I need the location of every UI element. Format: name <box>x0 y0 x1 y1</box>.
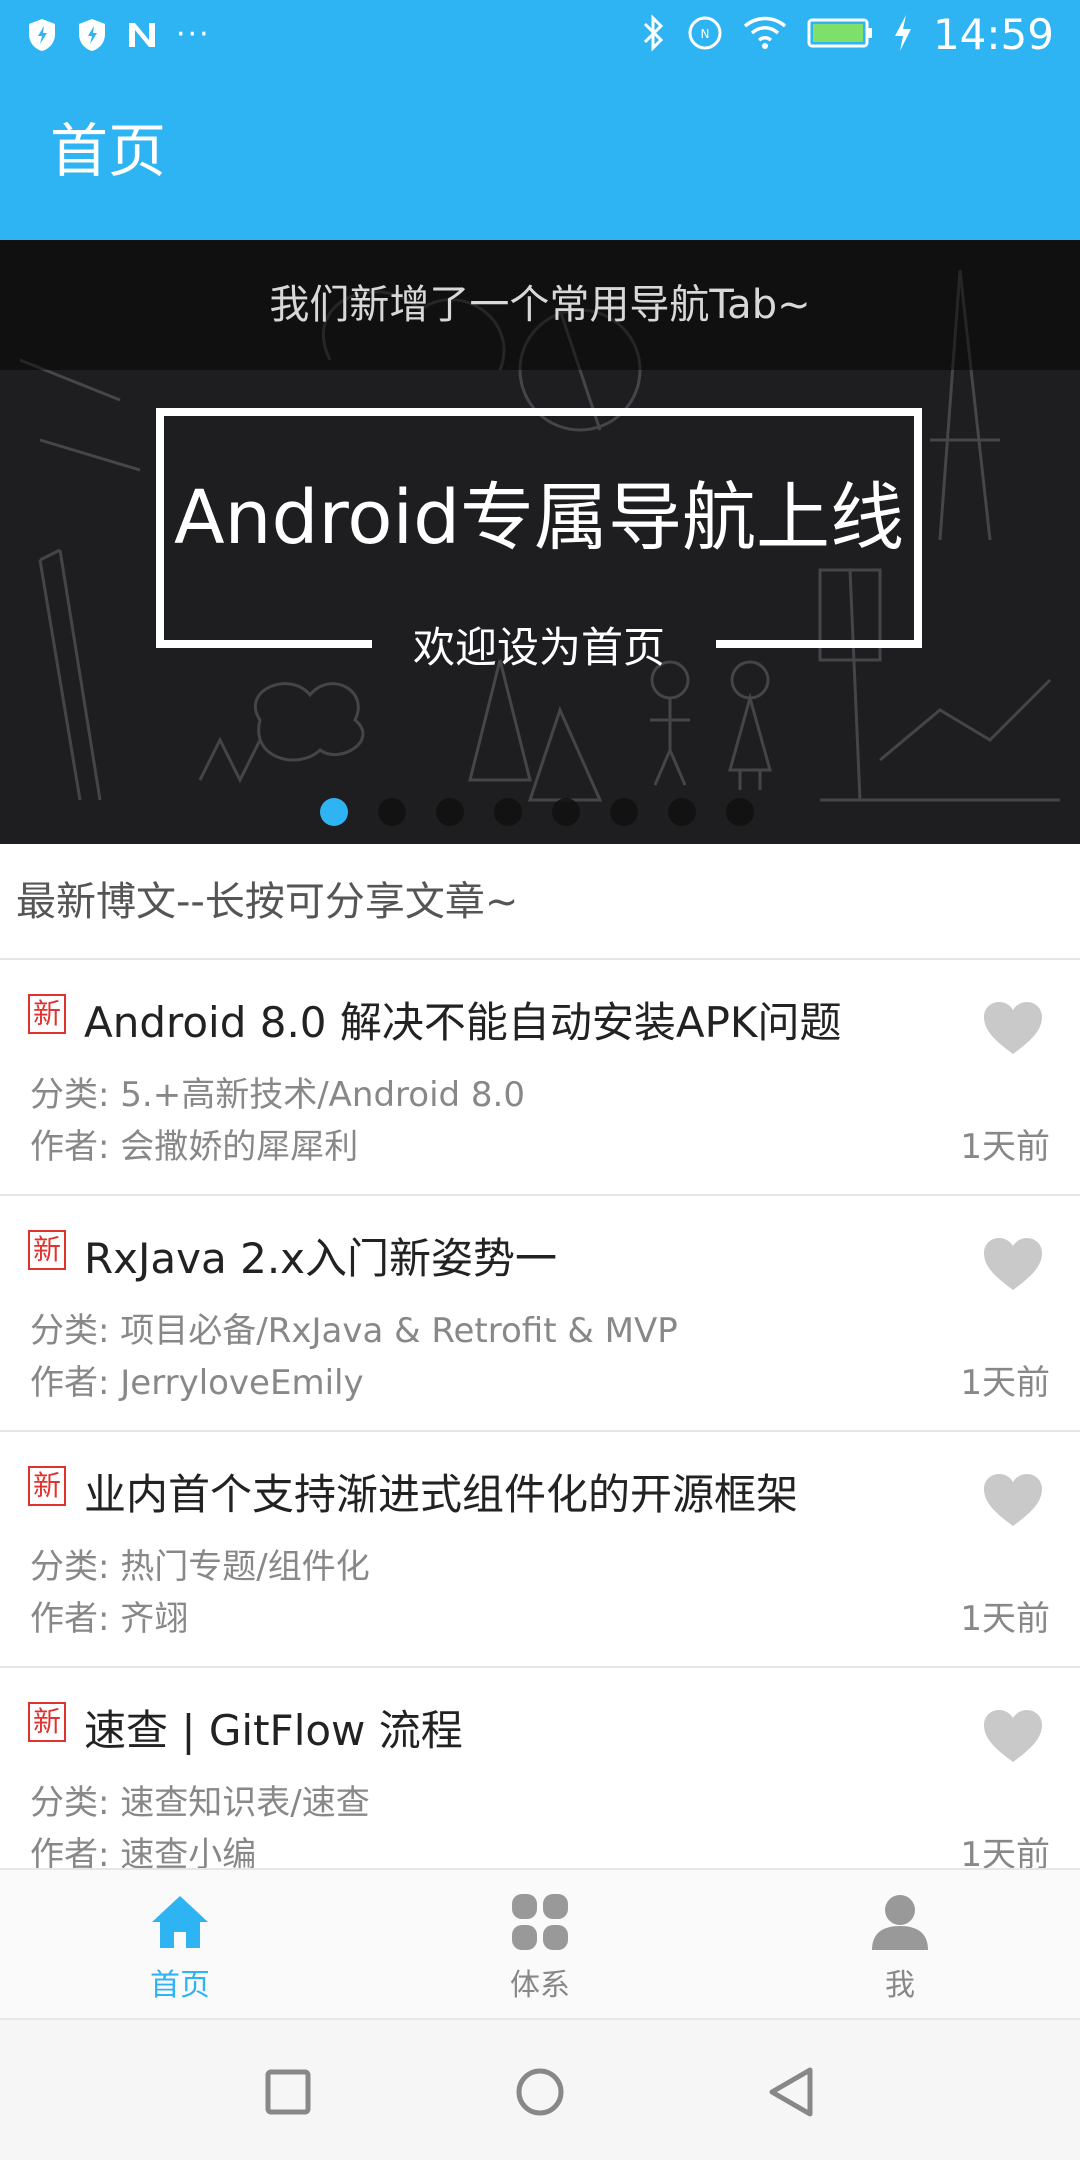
heart-icon[interactable] <box>982 1000 1044 1056</box>
shield-icon <box>76 16 108 54</box>
tab-label: 首页 <box>150 1968 210 2003</box>
back-button[interactable] <box>762 2062 822 2122</box>
article-author: 作者: JerryloveEmily <box>30 1363 364 1403</box>
wifi-icon <box>743 16 787 54</box>
clock: 14:59 <box>932 10 1054 59</box>
charging-icon <box>893 14 913 56</box>
person-icon <box>872 1895 928 1950</box>
heart-icon[interactable] <box>982 1472 1044 1528</box>
system-nav-bar <box>0 2018 1080 2160</box>
article-title: RxJava 2.x入门新姿势一 <box>84 1234 558 1283</box>
article-title: Android 8.0 解决不能自动安装APK问题 <box>84 998 842 1047</box>
tab-me[interactable]: 我 <box>800 1870 1000 2020</box>
nfc-n-icon <box>126 16 158 54</box>
article-category: 分类: 5.+高新技术/Android 8.0 <box>30 1075 525 1115</box>
banner-headline: Android专属导航上线 <box>173 475 905 561</box>
bottom-tab-bar: 首页 体系 我 <box>0 1868 1080 2018</box>
new-badge: 新 <box>28 1702 66 1742</box>
heart-icon[interactable] <box>982 1708 1044 1764</box>
grid-icon <box>512 1894 568 1950</box>
banner-caption: 我们新增了一个常用导航Tab~ <box>0 240 1080 370</box>
nfc-icon: N <box>687 15 723 55</box>
carousel-indicator <box>320 798 754 826</box>
list-item[interactable]: 新 业内首个支持渐进式组件化的开源框架 分类: 热门专题/组件化 作者: 齐翊 … <box>0 1432 1080 1668</box>
article-title: 速查 | GitFlow 流程 <box>84 1706 463 1755</box>
article-title: 业内首个支持渐进式组件化的开源框架 <box>84 1470 799 1519</box>
new-badge: 新 <box>28 1230 66 1270</box>
status-left-icons: ··· <box>26 16 211 54</box>
banner-subline: 欢迎设为首页 <box>412 623 665 672</box>
carousel-dot[interactable] <box>494 798 522 826</box>
article-category: 分类: 项目必备/RxJava & Retrofit & MVP <box>30 1311 678 1351</box>
article-author: 作者: 齐翊 <box>30 1599 189 1639</box>
status-bar: ··· N 14:59 <box>0 0 1080 72</box>
carousel-dot[interactable] <box>552 798 580 826</box>
shield-icon <box>26 16 58 54</box>
status-right-icons: N 14:59 <box>641 12 1054 58</box>
tab-label: 体系 <box>510 1968 570 2003</box>
heart-icon[interactable] <box>982 1236 1044 1292</box>
carousel-dot[interactable] <box>378 798 406 826</box>
page-title: 首页 <box>50 117 167 185</box>
carousel-dot[interactable] <box>436 798 464 826</box>
carousel-dot[interactable] <box>320 798 348 826</box>
carousel-dot[interactable] <box>726 798 754 826</box>
article-category: 分类: 热门专题/组件化 <box>30 1547 370 1587</box>
recents-button[interactable] <box>258 2062 318 2122</box>
carousel-dot[interactable] <box>610 798 638 826</box>
new-badge: 新 <box>28 1466 66 1506</box>
home-button[interactable] <box>510 2062 570 2122</box>
tab-label: 我 <box>885 1968 915 2003</box>
article-author: 作者: 速查小编 <box>30 1835 257 1868</box>
article-category: 分类: 速查知识表/速查 <box>30 1783 370 1823</box>
battery-icon <box>807 17 873 53</box>
list-item[interactable]: 新 RxJava 2.x入门新姿势一 分类: 项目必备/RxJava & Ret… <box>0 1196 1080 1432</box>
article-list[interactable]: 新 Android 8.0 解决不能自动安装APK问题 分类: 5.+高新技术/… <box>0 960 1080 1868</box>
article-time: 1天前 <box>960 1363 1050 1403</box>
carousel-dot[interactable] <box>668 798 696 826</box>
app-bar: 首页 <box>0 72 1080 240</box>
overflow-indicator: ··· <box>176 17 211 52</box>
tab-home[interactable]: 首页 <box>80 1870 280 2020</box>
home-icon <box>152 1896 208 1948</box>
article-time: 1天前 <box>960 1835 1050 1868</box>
list-item[interactable]: 新 Android 8.0 解决不能自动安装APK问题 分类: 5.+高新技术/… <box>0 960 1080 1196</box>
bluetooth-icon <box>641 13 667 57</box>
new-badge: 新 <box>28 994 66 1034</box>
banner-carousel[interactable]: 我们新增了一个常用导航Tab~ Android专属导航上线 欢迎设为首页 <box>0 240 1080 844</box>
svg-text:N: N <box>700 27 709 41</box>
tab-system[interactable]: 体系 <box>440 1870 640 2020</box>
article-time: 1天前 <box>960 1599 1050 1639</box>
section-title: 最新博文--长按可分享文章~ <box>16 879 519 925</box>
article-time: 1天前 <box>960 1127 1050 1167</box>
section-header: 最新博文--长按可分享文章~ <box>0 844 1080 960</box>
article-author: 作者: 会撒娇的犀犀利 <box>30 1127 359 1167</box>
list-item[interactable]: 新 速查 | GitFlow 流程 分类: 速查知识表/速查 作者: 速查小编 … <box>0 1668 1080 1868</box>
